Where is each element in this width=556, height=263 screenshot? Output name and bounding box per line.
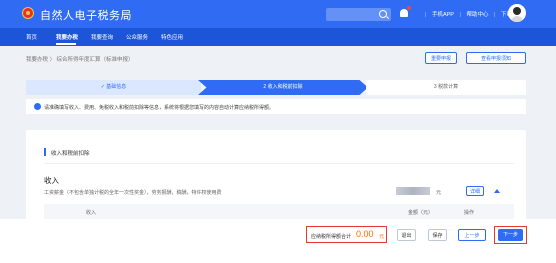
total-value: 0.00 xyxy=(356,229,374,239)
step-tax-calculation[interactable]: 3 税款计算 xyxy=(366,80,526,95)
nav-home[interactable]: 首页 xyxy=(26,33,37,41)
save-button[interactable]: 保存 xyxy=(428,229,447,241)
nav-featured-apps[interactable]: 特色应用 xyxy=(161,33,183,41)
total-label: 应纳税所得额合计 xyxy=(311,234,352,240)
notice-text: 请准确填写收入、费用、免税收入和税前扣除等信息，系统将根据您填写的内容自动计算应… xyxy=(44,105,275,111)
avatar[interactable] xyxy=(508,4,526,22)
income-amount-redacted xyxy=(396,187,430,195)
redeclare-button[interactable]: 重要申报 xyxy=(425,52,457,64)
section-marker xyxy=(44,148,46,156)
info-icon xyxy=(34,103,41,110)
progress-steps: ✓ 基础信息 2 收入和税前扣除 3 税款计算 xyxy=(26,80,526,95)
search-input[interactable] xyxy=(326,8,391,21)
detail-button[interactable]: 详细 xyxy=(466,186,484,196)
notification-badge xyxy=(407,6,411,10)
nav-active-indicator xyxy=(56,43,76,45)
total-unit: 元 xyxy=(379,234,385,240)
step-basic-info[interactable]: ✓ 基础信息 xyxy=(26,80,201,95)
divider xyxy=(44,163,514,164)
tax-emblem-icon xyxy=(22,7,34,19)
view-notice-button[interactable]: 查看申报须知 xyxy=(466,52,526,64)
nav-tax-handling[interactable]: 我要办税 xyxy=(56,33,78,41)
mobile-app-link[interactable]: 手机APP xyxy=(432,12,454,18)
nav-public-services[interactable]: 公众服务 xyxy=(126,33,148,41)
taxable-income-total: 应纳税所得额合计 0.00 元 xyxy=(306,226,387,243)
top-header: 自然人电子税务局 | 手机APP | 帮助中心 | 下载服务 xyxy=(0,0,556,28)
next-button-highlight: 下一步 xyxy=(494,226,527,244)
col-amount: 金额（元） xyxy=(408,210,434,216)
section-title: 收入和税前扣除 xyxy=(51,151,90,157)
income-heading: 收入 xyxy=(44,176,59,185)
income-table-header: 收入 金额（元） 操作 xyxy=(44,204,514,220)
chevron-up-icon[interactable] xyxy=(494,189,500,193)
site-title[interactable]: 自然人电子税务局 xyxy=(40,7,132,23)
previous-button[interactable]: 上一步 xyxy=(458,229,486,241)
help-center-link[interactable]: 帮助中心 xyxy=(466,12,488,18)
next-button[interactable]: 下一步 xyxy=(498,229,523,241)
exit-button[interactable]: 退出 xyxy=(397,229,416,241)
info-notice: 请准确填写收入、费用、免税收入和税前扣除等信息，系统将根据您填写的内容自动计算应… xyxy=(26,99,526,114)
col-action: 操作 xyxy=(464,210,475,216)
search-icon[interactable] xyxy=(379,10,387,18)
bell-icon[interactable] xyxy=(400,9,408,17)
step-income-deductions[interactable]: 2 收入和税前扣除 xyxy=(198,80,368,95)
nav-query[interactable]: 我要查询 xyxy=(91,33,113,41)
income-unit: 元 xyxy=(436,190,442,196)
main-nav: 首页 我要办税 我要查询 公众服务 特色应用 xyxy=(0,28,556,46)
income-card: 收入和税前扣除 收入 工资薪金（不包含单独计税的全年一次性奖金），劳务报酬，稿酬… xyxy=(26,130,526,220)
breadcrumb[interactable]: 我要办税 〉 综合所得年度汇算（标准申报） xyxy=(26,55,134,63)
bottom-action-bar: 应纳税所得额合计 0.00 元 退出 保存 上一步 下一步 xyxy=(0,219,556,263)
col-income: 收入 xyxy=(86,210,97,216)
income-description: 工资薪金（不包含单独计税的全年一次性奖金），劳务报酬，稿酬，特许权使用费 xyxy=(44,190,222,196)
